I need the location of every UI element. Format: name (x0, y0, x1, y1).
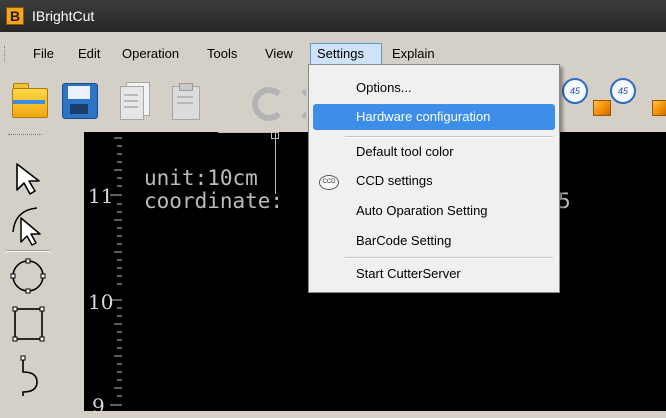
ruler-ticks (110, 137, 122, 406)
ccd-icon: CCD (319, 175, 339, 190)
rectangle-tool-icon[interactable] (9, 302, 47, 346)
menuitem-options[interactable]: Options... (313, 75, 555, 101)
circle-tool-icon[interactable] (9, 254, 47, 298)
rotate-45-ccw-icon[interactable]: 45 (562, 78, 588, 104)
app-logo-icon: B (6, 7, 24, 25)
ruler-label-11: 11 (88, 184, 114, 208)
select-arrow-icon[interactable] (9, 156, 47, 200)
menu-edit[interactable]: Edit (72, 43, 106, 65)
menuitem-default-tool-color[interactable]: Default tool color (313, 139, 555, 165)
window-title: IBrightCut (32, 8, 95, 24)
node-edit-arrow-icon[interactable] (9, 202, 47, 246)
menuitem-ccd-settings-label: CCD settings (356, 173, 433, 188)
crosshair-handle[interactable] (271, 132, 279, 139)
menu-explain[interactable]: Explain (386, 43, 441, 65)
crosshair-vertical (275, 132, 276, 194)
rotate-45-cw-icon[interactable]: 45 (610, 78, 636, 104)
vertical-ruler: 11 10 9 (84, 132, 122, 418)
menuitem-start-cutterserver[interactable]: Start CutterServer (313, 261, 555, 287)
menu-operation[interactable]: Operation (116, 43, 185, 65)
box-icon[interactable] (593, 100, 611, 116)
ruler-label-10: 10 (88, 290, 114, 314)
menu-settings[interactable]: Settings (310, 43, 382, 65)
menu-tools[interactable]: Tools (201, 43, 243, 65)
menu-separator-2 (345, 257, 553, 259)
box-icon-2[interactable] (652, 100, 666, 116)
title-bar: B IBrightCut (0, 0, 666, 32)
redo-icon[interactable] (292, 80, 306, 120)
menu-separator (345, 136, 553, 138)
coordinate-label: coordinate: (144, 189, 284, 213)
undo-icon[interactable] (246, 80, 286, 121)
toolpanel-grip[interactable] (8, 134, 42, 137)
pen-tool-icon[interactable] (9, 352, 47, 398)
menuitem-hardware-configuration[interactable]: Hardware configuration (313, 104, 555, 130)
menuitem-auto-oparation-setting[interactable]: Auto Oparation Setting (313, 198, 555, 224)
settings-dropdown-menu: Options... Hardware configuration Defaul… (308, 64, 560, 293)
menu-file[interactable]: File (27, 43, 60, 65)
menubar-grip[interactable] (4, 46, 7, 62)
menu-bar: File Edit Operation Tools View Settings … (0, 43, 666, 65)
open-folder-icon[interactable] (10, 80, 48, 120)
crosshair-horizontal (218, 132, 278, 133)
paste-icon[interactable] (166, 80, 204, 120)
save-icon[interactable] (60, 80, 98, 120)
menu-view[interactable]: View (259, 43, 299, 65)
menuitem-barcode-setting[interactable]: BarCode Setting (313, 228, 555, 254)
tool-panel (0, 130, 55, 411)
ruler-label-9: 9 (92, 394, 105, 418)
menuitem-ccd-settings[interactable]: CCD CCD settings (313, 168, 555, 194)
copy-icon[interactable] (118, 80, 156, 120)
unit-label: unit:10cm (144, 166, 258, 190)
